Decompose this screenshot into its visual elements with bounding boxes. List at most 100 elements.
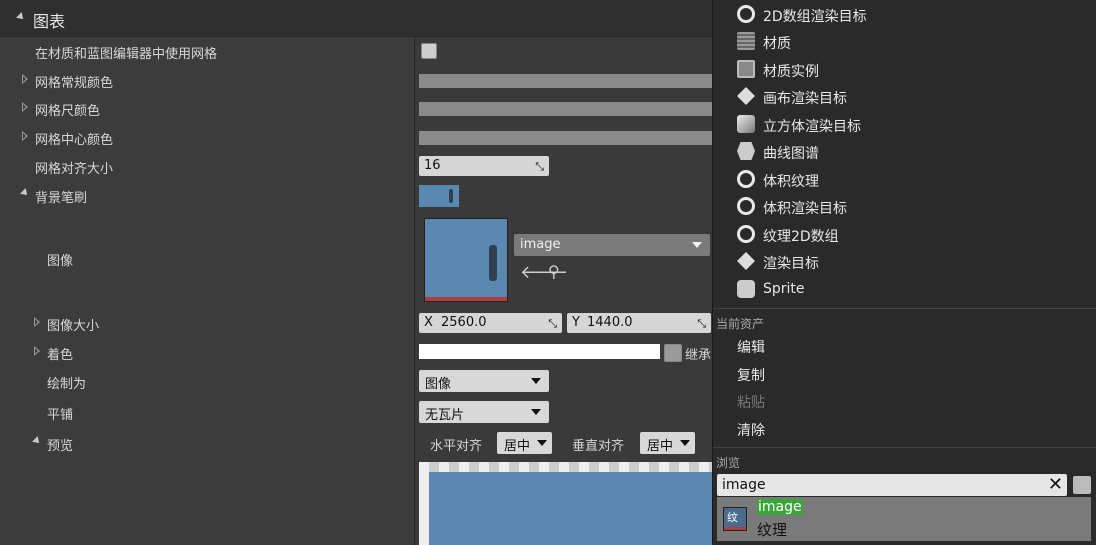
h-align-label: 水平对齐 xyxy=(430,439,483,454)
tiling-select[interactable]: 无瓦片 xyxy=(419,401,549,423)
circle-icon xyxy=(737,170,755,188)
chevron-down-icon xyxy=(531,409,541,415)
expand-triangle-icon[interactable] xyxy=(22,131,28,141)
user-filter-icon[interactable] xyxy=(1073,476,1091,494)
image-thumbnail[interactable] xyxy=(424,218,508,302)
image-size-x-value: 2560.0 xyxy=(441,315,487,330)
browse-search-icon[interactable]: ⚲ xyxy=(548,262,560,281)
material-instance-icon xyxy=(737,60,755,78)
asset-type-label: 材质 xyxy=(763,36,791,52)
texture-icon: 纹 xyxy=(723,507,747,531)
row-label-grid-regular-color: 网格常规颜色 xyxy=(35,76,114,91)
circle-icon xyxy=(737,5,755,23)
grid-snap-size-field[interactable]: 16 ⤡ xyxy=(419,156,549,176)
canvas-render-target-icon xyxy=(737,87,755,105)
texture-type-bar xyxy=(724,527,746,530)
v-align-label: 垂直对齐 xyxy=(572,439,625,454)
brush-preview xyxy=(419,462,712,545)
image-size-x-field[interactable]: X 2560.0 ⤡ xyxy=(419,313,562,333)
asset-search-input[interactable] xyxy=(717,474,1042,496)
row-label-grid-ruler-color: 网格尺颜色 xyxy=(35,104,101,119)
menu-paste: 粘贴 xyxy=(737,395,765,411)
use-grid-checkbox[interactable] xyxy=(421,43,437,59)
row-label-preview: 预览 xyxy=(47,439,74,454)
clear-search-icon[interactable]: ✕ xyxy=(1048,475,1063,495)
chevron-down-icon xyxy=(692,242,702,248)
row-label-image: 图像 xyxy=(47,254,74,269)
v-align-value: 居中 xyxy=(647,439,674,454)
h-align-value: 居中 xyxy=(504,439,531,454)
asset-type-label: 渲染目标 xyxy=(763,256,819,272)
asset-type-label: 纹理2D数组 xyxy=(763,229,839,245)
preview-image xyxy=(429,472,712,545)
h-align-select[interactable]: 居中 xyxy=(497,432,552,454)
result-asset-type: 纹理 xyxy=(757,521,788,539)
menu-edit[interactable]: 编辑 xyxy=(737,337,765,357)
asset-search-box[interactable]: ✕ xyxy=(717,474,1067,496)
row-label-use-grid: 在材质和蓝图编辑器中使用网格 xyxy=(35,47,218,62)
image-asset-picker[interactable]: image xyxy=(514,234,710,256)
search-result-item[interactable]: 纹 image 纹理 xyxy=(717,497,1091,541)
texture-icon-glyph: 纹 xyxy=(727,511,738,524)
brush-thumb-figure xyxy=(449,189,453,203)
grid-regular-color-swatch[interactable] xyxy=(419,74,712,88)
image-asset-value: image xyxy=(520,237,561,252)
image-size-y-field[interactable]: Y 1440.0 ⤡ xyxy=(567,313,711,333)
asset-type-label: 材质实例 xyxy=(763,64,819,80)
collapse-triangle-icon xyxy=(16,12,26,22)
expand-triangle-icon[interactable] xyxy=(34,317,40,327)
menu-copy[interactable]: 复制 xyxy=(737,365,765,385)
row-label-draw-as: 绘制为 xyxy=(47,377,87,392)
section-header-graph[interactable]: 图表 xyxy=(0,0,712,37)
inherit-checkbox[interactable] xyxy=(664,344,682,362)
image-size-x-label: X xyxy=(424,315,433,330)
circle-icon xyxy=(737,225,755,243)
tiling-value: 无瓦片 xyxy=(425,408,465,423)
use-selected-arrow-icon[interactable]: 🡐 xyxy=(520,262,568,283)
asset-type-label: 画布渲染目标 xyxy=(763,91,847,107)
spin-handle-icon: ⤡ xyxy=(535,160,544,173)
section-title: 图表 xyxy=(33,12,66,31)
row-label-tint: 着色 xyxy=(47,348,74,363)
spin-handle-icon: ⤡ xyxy=(548,317,557,330)
v-align-select[interactable]: 居中 xyxy=(640,432,695,454)
asset-type-label: Sprite xyxy=(763,281,805,297)
asset-type-label: 体积渲染目标 xyxy=(763,201,847,217)
result-asset-name: image xyxy=(757,499,803,515)
browse-title: 浏览 xyxy=(716,456,741,470)
asset-type-label: 立方体渲染目标 xyxy=(763,119,861,135)
asset-type-label: 体积纹理 xyxy=(763,174,819,190)
asset-type-label: 2D数组渲染目标 xyxy=(763,9,867,25)
curve-atlas-icon xyxy=(737,142,755,160)
row-label-tiling: 平铺 xyxy=(47,408,74,423)
draw-as-value: 图像 xyxy=(425,377,452,392)
expand-triangle-icon[interactable] xyxy=(22,74,28,84)
chevron-down-icon xyxy=(537,440,547,446)
column-divider[interactable] xyxy=(414,0,415,545)
inherit-label: 继承 xyxy=(685,348,712,363)
menu-clear[interactable]: 清除 xyxy=(737,420,765,440)
grid-ruler-color-swatch[interactable] xyxy=(419,102,712,116)
menu-separator xyxy=(713,447,1096,448)
render-target-icon xyxy=(737,252,755,270)
sprite-icon xyxy=(737,280,755,298)
image-size-y-label: Y xyxy=(572,315,580,330)
chevron-down-icon xyxy=(531,378,541,384)
chevron-down-icon xyxy=(680,440,690,446)
row-label-grid-snap-size: 网格对齐大小 xyxy=(35,162,114,177)
image-size-y-value: 1440.0 xyxy=(587,315,633,330)
row-label-image-size: 图像大小 xyxy=(47,319,100,334)
expand-triangle-icon[interactable] xyxy=(34,346,40,356)
grid-snap-size-value: 16 xyxy=(424,158,441,173)
texture-type-bar xyxy=(425,297,507,301)
thumbnail-figure xyxy=(489,245,497,281)
background-brush-swatch[interactable] xyxy=(419,185,459,207)
expand-triangle-icon[interactable] xyxy=(22,102,28,112)
spin-handle-icon: ⤡ xyxy=(697,317,706,330)
tint-color-swatch[interactable] xyxy=(419,344,660,359)
cube-render-target-icon xyxy=(737,115,755,133)
asset-picker-dropdown: 2D数组渲染目标 材质 材质实例 画布渲染目标 立方体渲染目标 曲线图谱 体积纹… xyxy=(712,0,1096,545)
asset-type-label: 曲线图谱 xyxy=(763,146,819,162)
grid-center-color-swatch[interactable] xyxy=(419,131,712,145)
draw-as-select[interactable]: 图像 xyxy=(419,370,549,392)
